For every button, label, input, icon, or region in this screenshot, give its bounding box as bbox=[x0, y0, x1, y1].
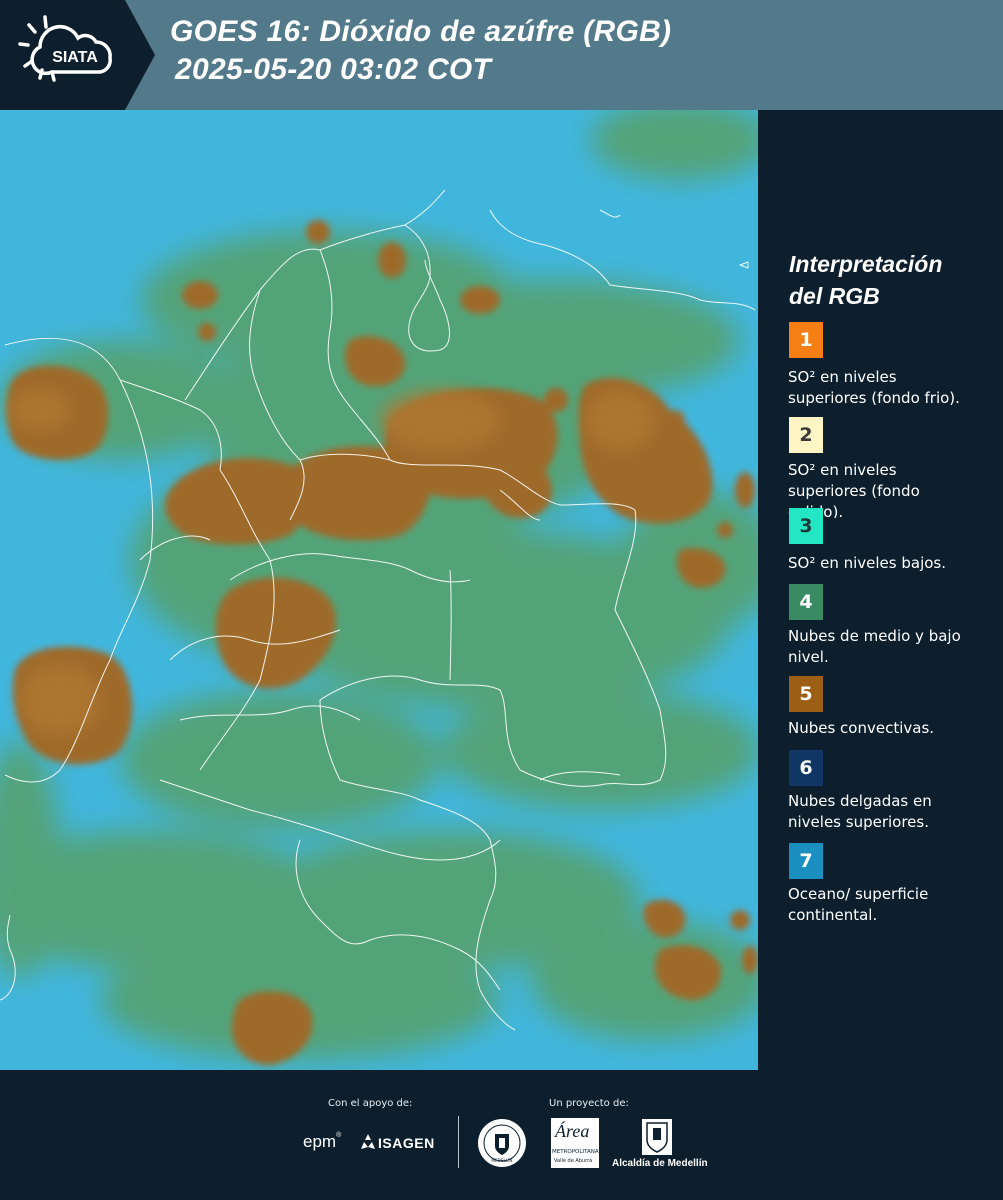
area-logo-line2: Valle de Aburrá bbox=[554, 1158, 593, 1164]
page-timestamp: 2025-05-20 03:02 COT bbox=[175, 53, 492, 86]
legend-text-5: Nubes convectivas. bbox=[788, 719, 935, 737]
epm-logo-text: epm bbox=[303, 1132, 337, 1151]
siata-logo: SIATA bbox=[0, 0, 155, 110]
legend-panel: Interpretación del RGB 1 SO² en niveles … bbox=[760, 110, 1003, 1070]
area-logo-line1: METROPOLITANA bbox=[552, 1149, 599, 1155]
satellite-map bbox=[0, 110, 758, 1070]
legend-num-1: 1 bbox=[799, 329, 813, 351]
legend-num-4: 4 bbox=[799, 591, 813, 613]
header-bar: SIATA GOES 16: Dióxido de azúfre (RGB) 2… bbox=[0, 0, 1003, 110]
isagen-logo-icon bbox=[361, 1134, 375, 1149]
legend-text-6: Nubes delgadas en niveles superiores. bbox=[788, 792, 932, 831]
page-title: GOES 16: Dióxido de azúfre (RGB) bbox=[170, 15, 672, 48]
epm-logo: epm® bbox=[303, 1132, 342, 1151]
area-metropolitana-logo: Área METROPOLITANA Valle de Aburrá bbox=[551, 1118, 599, 1168]
siata-logo-text: SIATA bbox=[52, 49, 98, 66]
legend-title-line1: Interpretación bbox=[789, 251, 943, 277]
support-caption: Con el apoyo de: bbox=[328, 1098, 413, 1109]
medellin-seal-icon: MEDELLÍN bbox=[478, 1119, 526, 1167]
alcaldia-shield-icon bbox=[642, 1119, 672, 1155]
legend-swatch-5: 5 bbox=[789, 676, 823, 712]
legend-text-1: SO² en niveles superiores (fondo frio). bbox=[788, 368, 960, 407]
medellin-seal-text: MEDELLÍN bbox=[491, 1158, 512, 1163]
legend-swatch-1: 1 bbox=[789, 322, 823, 358]
legend-text-4: Nubes de medio y bajo nivel. bbox=[788, 627, 961, 666]
area-logo-name: Área bbox=[555, 1121, 590, 1141]
legend-num-3: 3 bbox=[799, 515, 813, 537]
legend-title-line2: del RGB bbox=[789, 283, 880, 309]
alcaldia-logo-text: Alcaldía de Medellín bbox=[612, 1158, 708, 1169]
legend-swatch-6: 6 bbox=[789, 750, 823, 786]
legend-num-2: 2 bbox=[799, 424, 813, 446]
project-caption: Un proyecto de: bbox=[549, 1098, 629, 1109]
legend-title: Interpretación del RGB bbox=[789, 248, 989, 312]
legend-text-7: Oceano/ superficie continental. bbox=[788, 885, 929, 924]
footer-divider bbox=[458, 1116, 459, 1168]
legend-num-6: 6 bbox=[799, 757, 813, 779]
legend-swatch-4: 4 bbox=[789, 584, 823, 620]
legend-num-7: 7 bbox=[799, 850, 813, 872]
isagen-logo: ISAGEN bbox=[378, 1135, 435, 1151]
footer-sponsors: Con el apoyo de: Un proyecto de: epm® IS… bbox=[0, 1070, 1003, 1200]
legend-text-3: SO² en niveles bajos. bbox=[788, 554, 947, 572]
legend-swatch-2: 2 bbox=[789, 417, 823, 453]
legend-swatch-7: 7 bbox=[789, 843, 823, 879]
legend-swatch-3: 3 bbox=[789, 508, 823, 544]
legend-num-5: 5 bbox=[799, 683, 813, 705]
